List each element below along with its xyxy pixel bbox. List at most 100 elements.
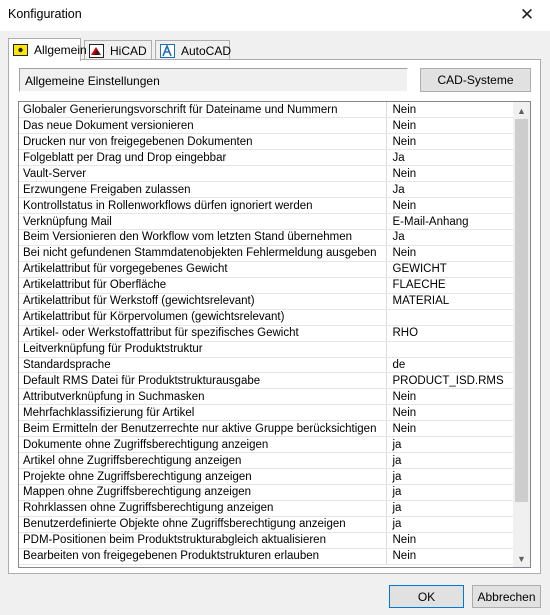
autocad-icon bbox=[160, 43, 176, 58]
setting-value[interactable]: ja bbox=[386, 468, 513, 485]
setting-name: Artikelattribut für Körpervolumen (gewic… bbox=[19, 309, 387, 326]
setting-name: Folgeblatt per Drag und Drop eingebbar bbox=[19, 149, 387, 167]
table-row[interactable]: Leitverknüpfung für Produktstruktur bbox=[19, 341, 513, 358]
setting-value[interactable]: Nein bbox=[386, 548, 513, 565]
setting-value[interactable]: ja bbox=[386, 516, 513, 533]
setting-value[interactable]: Ja bbox=[386, 149, 513, 167]
scroll-down-icon[interactable]: ▼ bbox=[513, 550, 530, 567]
setting-name: Beim Versionieren den Workflow vom letzt… bbox=[19, 229, 387, 246]
table-row[interactable]: Mehrfachklassifizierung für Artikel Nein bbox=[19, 404, 513, 422]
setting-name: Bearbeiten von freigegebenen Produktstru… bbox=[19, 548, 387, 565]
setting-name: Projekte ohne Zugriffsberechtigung anzei… bbox=[19, 468, 387, 485]
cad-systeme-button[interactable]: CAD-Systeme bbox=[420, 68, 531, 92]
setting-value[interactable]: GEWICHT bbox=[386, 261, 513, 278]
table-row[interactable]: PDM-Positionen beim Produktstrukturabgle… bbox=[19, 532, 513, 549]
tab-hicad[interactable]: HiCAD bbox=[84, 40, 152, 60]
table-row[interactable]: Folgeblatt per Drag und Drop eingebbar Ja bbox=[19, 149, 513, 167]
setting-value[interactable]: Nein bbox=[386, 388, 513, 406]
hicad-icon bbox=[89, 43, 105, 58]
setting-name: Bei nicht gefundenen Stammdatenobjekten … bbox=[19, 245, 387, 262]
tab-allgemein[interactable]: Allgemein bbox=[8, 38, 87, 61]
setting-value[interactable]: Nein bbox=[386, 117, 513, 135]
setting-name: Default RMS Datei für Produktstrukturaus… bbox=[19, 372, 387, 390]
setting-value[interactable]: Nein bbox=[386, 532, 513, 549]
setting-name: Standardsprache bbox=[19, 357, 387, 374]
table-row[interactable]: Vault-Server Nein bbox=[19, 165, 513, 183]
title-bar: Konfiguration ✕ bbox=[0, 0, 550, 31]
table-row[interactable]: Standardsprache de bbox=[19, 357, 513, 374]
close-icon[interactable]: ✕ bbox=[504, 0, 550, 30]
table-row[interactable]: Projekte ohne Zugriffsberechtigung anzei… bbox=[19, 468, 513, 485]
setting-value[interactable]: Nein bbox=[386, 102, 513, 119]
setting-value[interactable]: Nein bbox=[386, 133, 513, 151]
tab-label: Allgemein bbox=[34, 43, 87, 57]
setting-value[interactable]: Ja bbox=[386, 181, 513, 199]
scrollbar-thumb[interactable] bbox=[515, 119, 528, 502]
setting-value[interactable]: ja bbox=[386, 484, 513, 501]
setting-value[interactable]: ja bbox=[386, 500, 513, 517]
cancel-button[interactable]: Abbrechen bbox=[472, 585, 541, 608]
setting-value[interactable]: PRODUCT_ISD.RMS bbox=[386, 372, 513, 390]
setting-name: Kontrollstatus in Rollenworkflows dürfen… bbox=[19, 197, 387, 215]
setting-name: Mappen ohne Zugriffsberechtigung anzeige… bbox=[19, 484, 387, 501]
tab-label: AutoCAD bbox=[181, 43, 232, 58]
table-row[interactable]: Default RMS Datei für Produktstrukturaus… bbox=[19, 372, 513, 390]
scroll-up-icon[interactable]: ▲ bbox=[513, 102, 530, 119]
table-row[interactable]: Benutzerdefinierte Objekte ohne Zugriffs… bbox=[19, 516, 513, 533]
vertical-scrollbar[interactable]: ▲ ▼ bbox=[513, 102, 530, 567]
setting-name: Benutzerdefinierte Objekte ohne Zugriffs… bbox=[19, 516, 387, 533]
setting-value[interactable]: ja bbox=[386, 436, 513, 454]
setting-value[interactable]: Nein bbox=[386, 420, 513, 438]
setting-value[interactable]: ja bbox=[386, 452, 513, 470]
table-row[interactable]: Artikel- oder Werkstoffattribut für spez… bbox=[19, 325, 513, 342]
setting-name: Das neue Dokument versionieren bbox=[19, 117, 387, 135]
table-row[interactable]: Beim Versionieren den Workflow vom letzt… bbox=[19, 229, 513, 246]
setting-name: Artikelattribut für vorgegebenes Gewicht bbox=[19, 261, 387, 278]
tab-autocad[interactable]: AutoCAD bbox=[155, 40, 232, 60]
setting-name: Beim Ermitteln der Benutzerrechte nur ak… bbox=[19, 420, 387, 438]
settings-table: Globaler Generierungsvorschrift für Date… bbox=[19, 102, 513, 565]
table-row[interactable]: Artikelattribut für Oberfläche FLAECHE bbox=[19, 277, 513, 294]
setting-name: PDM-Positionen beim Produktstrukturabgle… bbox=[19, 532, 387, 549]
table-row[interactable]: Artikel ohne Zugriffsberechtigung anzeig… bbox=[19, 452, 513, 470]
table-row[interactable]: Erzwungene Freigaben zulassen Ja bbox=[19, 181, 513, 199]
table-row[interactable]: Mappen ohne Zugriffsberechtigung anzeige… bbox=[19, 484, 513, 501]
settings-list[interactable]: Globaler Generierungsvorschrift für Date… bbox=[18, 101, 531, 568]
table-row[interactable]: Bei nicht gefundenen Stammdatenobjekten … bbox=[19, 245, 513, 262]
table-row[interactable]: Bearbeiten von freigegebenen Produktstru… bbox=[19, 548, 513, 565]
setting-value[interactable]: E-Mail-Anhang bbox=[386, 213, 513, 230]
setting-value[interactable]: FLAECHE bbox=[386, 277, 513, 294]
setting-name: Artikel ohne Zugriffsberechtigung anzeig… bbox=[19, 452, 387, 470]
table-row[interactable]: Beim Ermitteln der Benutzerrechte nur ak… bbox=[19, 420, 513, 438]
setting-value[interactable]: Nein bbox=[386, 245, 513, 262]
window-title: Konfiguration bbox=[8, 7, 82, 21]
table-row[interactable]: Verknüpfung Mail E-Mail-Anhang bbox=[19, 213, 513, 230]
table-row[interactable]: Attributverknüpfung in Suchmasken Nein bbox=[19, 388, 513, 406]
setting-value[interactable] bbox=[386, 309, 513, 326]
table-row[interactable]: Dokumente ohne Zugriffsberechtigung anze… bbox=[19, 436, 513, 454]
setting-value[interactable]: RHO bbox=[386, 325, 513, 342]
setting-name: Artikelattribut für Werkstoff (gewichtsr… bbox=[19, 293, 387, 310]
setting-value[interactable] bbox=[386, 341, 513, 358]
group-header: Allgemeine Einstellungen bbox=[19, 68, 408, 92]
setting-value[interactable]: MATERIAL bbox=[386, 293, 513, 310]
table-row[interactable]: Rohrklassen ohne Zugriffsberechtigung an… bbox=[19, 500, 513, 517]
table-row[interactable]: Artikelattribut für vorgegebenes Gewicht… bbox=[19, 261, 513, 278]
table-row[interactable]: Artikelattribut für Körpervolumen (gewic… bbox=[19, 309, 513, 326]
setting-name: Verknüpfung Mail bbox=[19, 213, 387, 230]
ok-button[interactable]: OK bbox=[389, 585, 464, 608]
setting-name: Erzwungene Freigaben zulassen bbox=[19, 181, 387, 199]
setting-value[interactable]: Nein bbox=[386, 165, 513, 183]
setting-name: Dokumente ohne Zugriffsberechtigung anze… bbox=[19, 436, 387, 454]
table-row[interactable]: Globaler Generierungsvorschrift für Date… bbox=[19, 102, 513, 119]
setting-value[interactable]: Nein bbox=[386, 197, 513, 215]
table-row[interactable]: Kontrollstatus in Rollenworkflows dürfen… bbox=[19, 197, 513, 215]
table-row[interactable]: Drucken nur von freigegebenen Dokumenten… bbox=[19, 133, 513, 151]
setting-value[interactable]: de bbox=[386, 357, 513, 374]
setting-value[interactable]: Ja bbox=[386, 229, 513, 246]
setting-value[interactable]: Nein bbox=[386, 404, 513, 422]
table-row[interactable]: Artikelattribut für Werkstoff (gewichtsr… bbox=[19, 293, 513, 310]
table-row[interactable]: Das neue Dokument versionieren Nein bbox=[19, 117, 513, 135]
setting-name: Mehrfachklassifizierung für Artikel bbox=[19, 404, 387, 422]
setting-name: Rohrklassen ohne Zugriffsberechtigung an… bbox=[19, 500, 387, 517]
